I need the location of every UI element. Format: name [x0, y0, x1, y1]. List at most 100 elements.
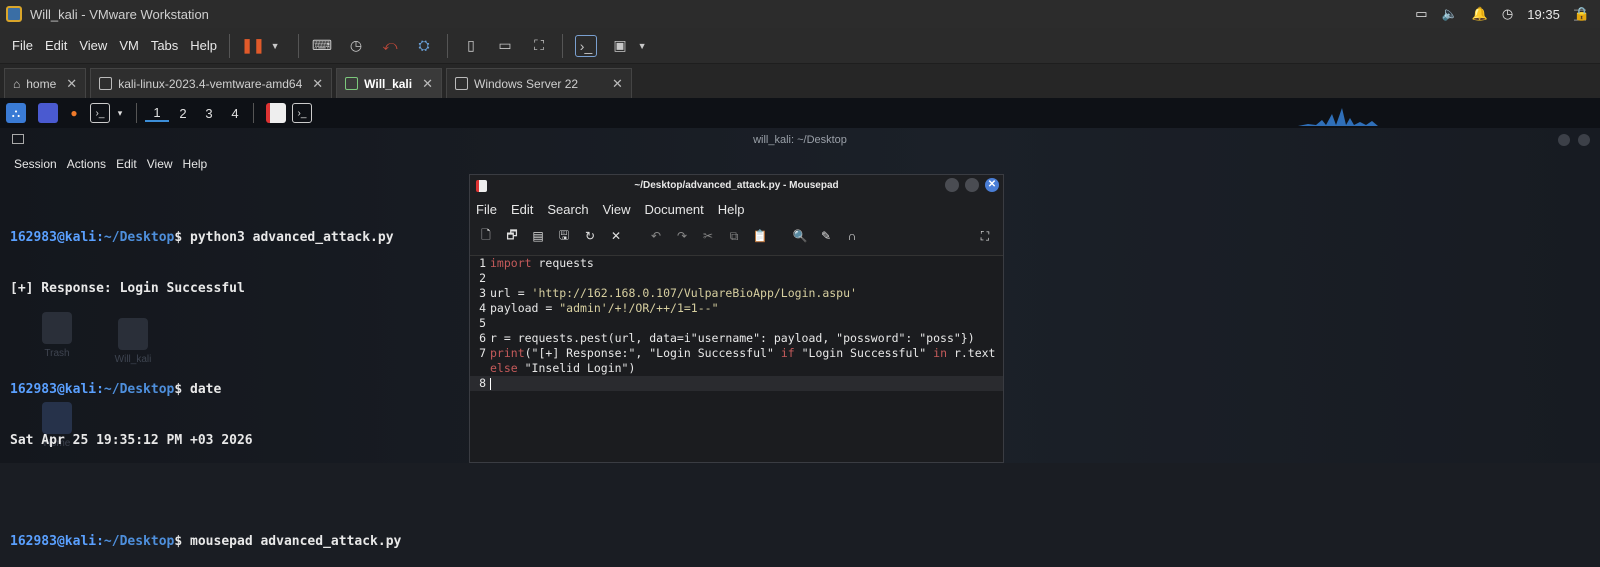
terminal-menu-bar: Session Actions Edit View Help: [14, 157, 207, 171]
stretch-guest-icon[interactable]: ▣: [609, 35, 631, 57]
full-screen-icon[interactable]: ⛶: [528, 35, 550, 57]
reload-icon[interactable]: ↻: [582, 228, 598, 244]
chevron-down-icon[interactable]: ▾: [110, 103, 130, 123]
terminal-task-icon[interactable]: ›_: [292, 103, 312, 123]
thumbnail-icon[interactable]: ▭: [494, 35, 516, 57]
mousepad-app-icon: [476, 180, 487, 192]
tab-will-kali[interactable]: Will_kali ✕: [336, 68, 442, 98]
terminal-menu-session[interactable]: Session: [14, 157, 57, 171]
mousepad-menu-search[interactable]: Search: [547, 202, 588, 217]
code-line-7-wrap: else "Inselid Login"): [490, 361, 636, 375]
notifications-icon[interactable]: 🔔: [1472, 6, 1488, 22]
text-cursor: [490, 377, 491, 390]
terminal-icon[interactable]: ›_: [90, 103, 110, 123]
chevron-down-icon[interactable]: ▼: [631, 35, 653, 57]
terminal-menu-actions[interactable]: Actions: [67, 157, 106, 171]
vm-icon: [455, 77, 468, 90]
firefox-icon[interactable]: ●: [64, 103, 84, 123]
mousepad-menu-view[interactable]: View: [603, 202, 631, 217]
new-window-icon[interactable]: 🗗: [504, 228, 520, 244]
terminal-line: 162983@kali:~/Desktop$ mousepad advanced…: [10, 534, 402, 549]
chevron-down-icon[interactable]: ▼: [264, 35, 286, 57]
menu-edit[interactable]: Edit: [45, 38, 67, 53]
menu-vm[interactable]: VM: [119, 38, 139, 53]
display-icon[interactable]: ▭: [1415, 6, 1427, 22]
code-line-2: 2: [479, 271, 486, 285]
toolbar-divider: [229, 33, 231, 58]
close-icon[interactable]: ✕: [985, 178, 999, 192]
mousepad-menu-help[interactable]: Help: [718, 202, 745, 217]
new-document-icon[interactable]: 🗋: [478, 228, 494, 244]
volume-icon[interactable]: 🔈: [1442, 6, 1458, 22]
workspace-1[interactable]: 1: [145, 105, 169, 122]
revert-snapshot-icon[interactable]: ⤺: [379, 35, 401, 57]
workspace-2[interactable]: 2: [171, 106, 195, 121]
fullscreen-icon[interactable]: ⛶: [977, 228, 993, 244]
tab-home[interactable]: ⌂ home ✕: [4, 68, 87, 98]
close-icon[interactable]: ✕: [612, 76, 623, 92]
tab-label: Will_kali: [364, 76, 413, 91]
snapshot-icon[interactable]: ◷: [345, 35, 367, 57]
pause-icon[interactable]: ❚❚: [241, 35, 264, 57]
undo-icon[interactable]: ↶: [648, 228, 664, 244]
mousepad-menu-file[interactable]: File: [476, 202, 497, 217]
kali-menu-icon[interactable]: ⛬: [6, 103, 26, 123]
terminal-output[interactable]: 162983@kali:~/Desktop$ python3 advanced_…: [10, 195, 401, 567]
show-desktop-icon[interactable]: [38, 103, 58, 123]
tab-label: Windows Server 22: [474, 76, 579, 91]
menu-tabs[interactable]: Tabs: [151, 38, 178, 53]
paste-icon[interactable]: 📋: [752, 228, 768, 244]
tab-label: kali-linux-2023.4-vemtware-amd64: [118, 76, 303, 91]
mousepad-menu-bar: File Edit Search View Document Help: [470, 197, 1003, 221]
maximize-icon[interactable]: [965, 178, 979, 192]
window-title: Will_kali - VMware Workstation: [30, 6, 209, 22]
console-view-icon[interactable]: ›_: [575, 34, 598, 57]
save-icon[interactable]: 🖫: [556, 228, 572, 244]
mousepad-toolbar: 🗋 🗗 ▤ 🖫 ↻ ✕ ↶ ↷ ✂ ⧉ 📋 🔍 ✎ ∩ ⛶: [470, 221, 1003, 251]
menu-help[interactable]: Help: [190, 38, 217, 53]
tab-kali-linux[interactable]: kali-linux-2023.4-vemtware-amd64 ✕: [90, 68, 333, 98]
tab-windows-server[interactable]: Windows Server 22 ✕: [446, 68, 632, 98]
code-editor[interactable]: 1 import requests 2 3 url = 'http://162.16…: [470, 255, 1003, 462]
copy-icon[interactable]: ⧉: [726, 228, 742, 244]
home-icon: ⌂: [13, 76, 21, 91]
command-text: mousepad advanced_attack.py: [190, 534, 402, 549]
mousepad-task-icon[interactable]: [266, 103, 286, 123]
terminal-window-icon: [12, 134, 24, 144]
close-tab-icon[interactable]: ✕: [608, 228, 624, 244]
mousepad-title-bar: ~/Desktop/advanced_attack.py - Mousepad …: [470, 175, 1003, 197]
snapshot-manager-icon[interactable]: ⛭: [413, 35, 435, 57]
find-replace-icon[interactable]: ✎: [818, 228, 834, 244]
lock-icon[interactable]: 🔒: [1574, 6, 1590, 22]
go-to-line-icon[interactable]: ∩: [844, 228, 860, 244]
code-line-5: 5: [479, 316, 486, 330]
cut-icon[interactable]: ✂: [700, 228, 716, 244]
close-icon[interactable]: ✕: [312, 76, 323, 92]
library-icon[interactable]: ▯: [460, 35, 482, 57]
mousepad-menu-document[interactable]: Document: [645, 202, 704, 217]
terminal-menu-help[interactable]: Help: [183, 157, 208, 171]
minimize-icon[interactable]: [945, 178, 959, 192]
terminal-menu-edit[interactable]: Edit: [116, 157, 137, 171]
vm-icon: [345, 77, 359, 90]
menu-file[interactable]: File: [12, 38, 33, 53]
close-icon[interactable]: ✕: [422, 76, 433, 92]
search-icon[interactable]: 🔍: [792, 228, 808, 244]
terminal-menu-view[interactable]: View: [147, 157, 173, 171]
workspace-4[interactable]: 4: [223, 106, 247, 121]
mousepad-menu-edit[interactable]: Edit: [511, 202, 533, 217]
workspace-3[interactable]: 3: [197, 106, 221, 121]
code-line-7: 7 print("[+] Response:", "Login Successfu…: [479, 346, 996, 360]
minimize-icon[interactable]: [1558, 134, 1570, 146]
menu-view[interactable]: View: [79, 38, 107, 53]
send-ctrl-alt-del-icon[interactable]: ⌨: [311, 35, 333, 57]
vmware-title-bar: Will_kali - VMware Workstation — —: [0, 0, 1600, 28]
terminal-window-controls: [1558, 134, 1590, 146]
panel-clock[interactable]: 19:35: [1527, 7, 1560, 22]
vm-icon: [99, 77, 113, 90]
open-file-icon[interactable]: ▤: [530, 228, 546, 244]
close-icon[interactable]: ✕: [66, 76, 77, 92]
maximize-icon[interactable]: [1578, 134, 1590, 146]
mousepad-window-controls: ✕: [945, 178, 999, 192]
redo-icon[interactable]: ↷: [674, 228, 690, 244]
